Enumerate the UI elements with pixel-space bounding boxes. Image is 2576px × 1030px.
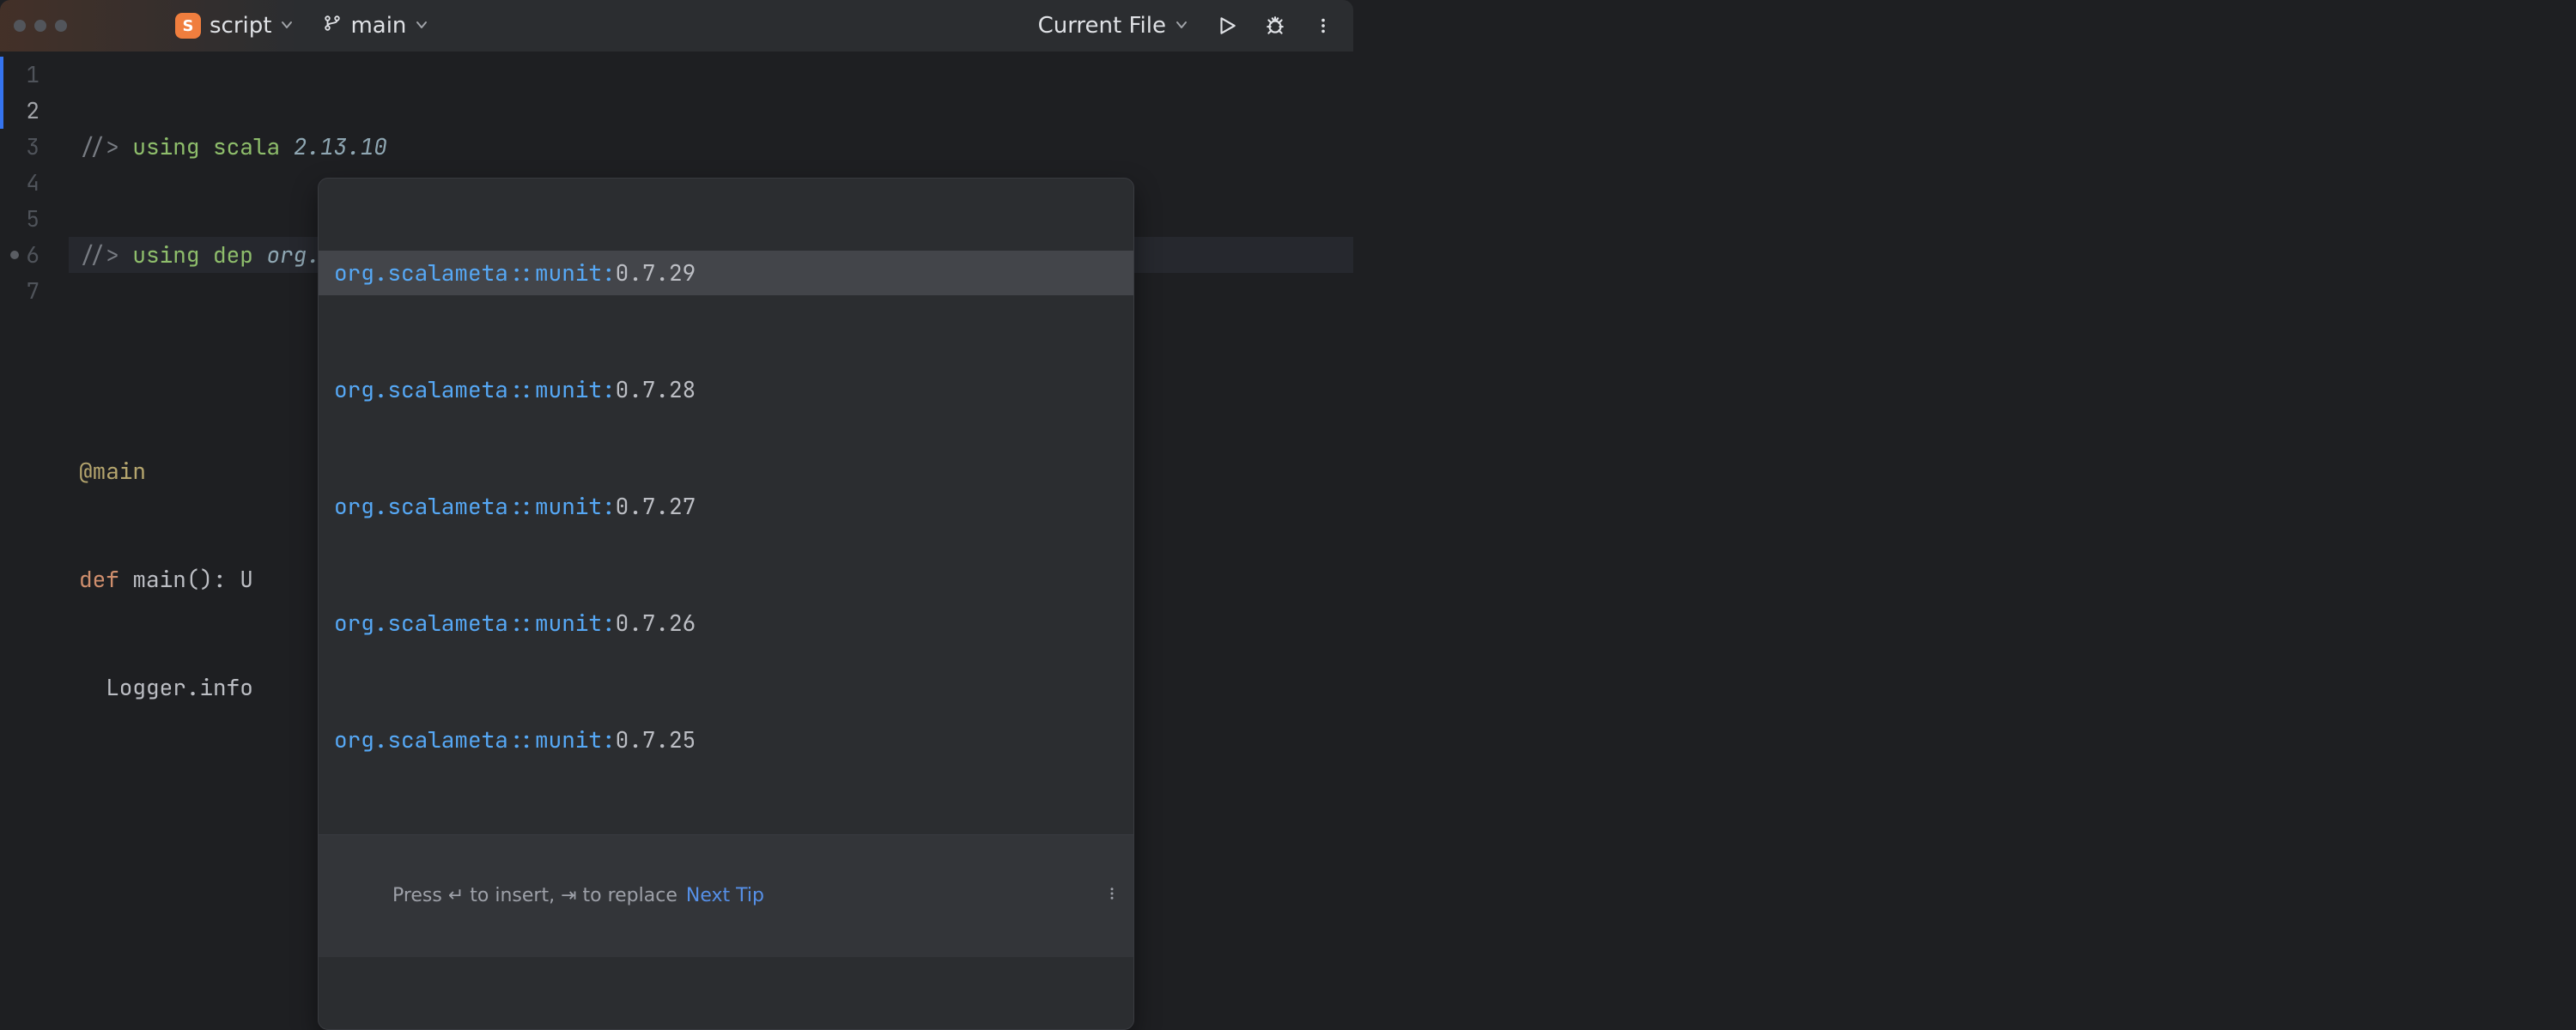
scala-file-icon: S [175,13,201,39]
breakpoint-gutter-icon[interactable] [10,251,19,259]
completion-popup: org.scalameta::munit:0.7.29 org.scalamet… [318,178,1134,1030]
run-config-dropdown[interactable]: Current File [1031,9,1195,42]
run-button[interactable] [1211,9,1243,42]
window-zoom-dot[interactable] [55,20,67,32]
debug-button[interactable] [1259,9,1291,42]
completion-item[interactable]: org.scalameta::munit:0.7.29 [319,251,1133,295]
window-controls [14,20,67,32]
completion-more-icon[interactable] [1027,842,1120,950]
toolbar: S script main Current File [0,0,1353,52]
gutter: 1 2 3 4 5 6 7 [0,52,69,540]
branch-icon [323,13,342,39]
chevron-down-icon [1175,15,1188,36]
line-number: 1 [0,57,69,93]
completion-hint: Press ↵ to insert, ⇥ to replaceNext Tip [332,842,764,950]
file-label: script [210,13,271,39]
chevron-down-icon [415,15,428,36]
completion-item[interactable]: org.scalameta::munit:0.7.26 [319,601,1133,645]
completion-item[interactable]: org.scalameta::munit:0.7.27 [319,484,1133,529]
line-number: 3 [0,129,69,165]
branch-label: main [350,13,406,39]
line-number: 7 [0,273,69,309]
window-minimize-dot[interactable] [34,20,46,32]
branch-dropdown[interactable]: main [316,9,435,42]
line-number: 2 [0,93,69,129]
code-line: //> using scala 2.13.10 [69,129,1353,165]
line-number: 5 [0,201,69,237]
code-area[interactable]: //> using scala 2.13.10 //> using dep or… [69,52,1353,540]
completion-footer: Press ↵ to insert, ⇥ to replaceNext Tip [319,834,1133,957]
completion-item[interactable]: org.scalameta::munit:0.7.28 [319,367,1133,412]
chevron-down-icon [280,15,294,36]
completion-item[interactable]: org.scalameta::munit:0.7.25 [319,718,1133,762]
next-tip-link[interactable]: Next Tip [686,885,764,906]
window-close-dot[interactable] [14,20,26,32]
line-number: 6 [0,237,69,273]
file-dropdown[interactable]: S script [168,9,301,42]
code-editor[interactable]: 1 2 3 4 5 6 7 //> using scala 2.13.10 //… [0,52,1353,540]
line-number: 4 [0,165,69,201]
run-config-label: Current File [1038,13,1166,39]
more-menu-button[interactable] [1307,9,1340,42]
